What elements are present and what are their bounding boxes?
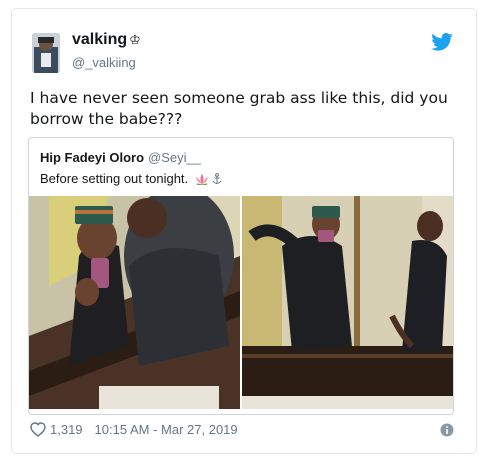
tweet-footer: 1,319 10:15 AM - Mar 27, 2019: [30, 422, 238, 437]
display-name-text[interactable]: valking: [72, 31, 127, 49]
quoted-text: Before setting out tonight.: [40, 171, 189, 186]
heart-icon[interactable]: [30, 422, 46, 437]
display-name[interactable]: valking ♔: [72, 31, 141, 49]
avatar[interactable]: [32, 33, 60, 73]
tweet-card[interactable]: valking ♔ @_valkiing I have never seen s…: [11, 8, 477, 454]
quoted-photo-2[interactable]: [242, 196, 453, 409]
tweet-timestamp[interactable]: 10:15 AM - Mar 27, 2019: [95, 422, 238, 437]
quoted-tweet-header: Hip Fadeyi Oloro @Seyi__: [40, 150, 201, 165]
quoted-handle[interactable]: @Seyi__: [148, 150, 201, 165]
like-count[interactable]: 1,319: [50, 422, 83, 437]
user-handle[interactable]: @_valkiing: [72, 55, 136, 70]
crown-icon: ♔: [129, 32, 141, 47]
quoted-display-name[interactable]: Hip Fadeyi Oloro: [40, 150, 144, 165]
tweet-text: I have never seen someone grab ass like …: [30, 89, 448, 128]
anchor-icon: [212, 172, 222, 184]
emoji-group: [194, 172, 222, 185]
quoted-tweet[interactable]: Hip Fadeyi Oloro @Seyi__ Before setting o…: [28, 137, 454, 415]
quoted-tweet-text: Before setting out tonight.: [40, 171, 222, 186]
quoted-photo-1[interactable]: [29, 196, 240, 409]
twitter-bird-icon[interactable]: [431, 33, 453, 51]
lotus-icon: [196, 173, 209, 185]
info-icon[interactable]: [440, 423, 454, 437]
